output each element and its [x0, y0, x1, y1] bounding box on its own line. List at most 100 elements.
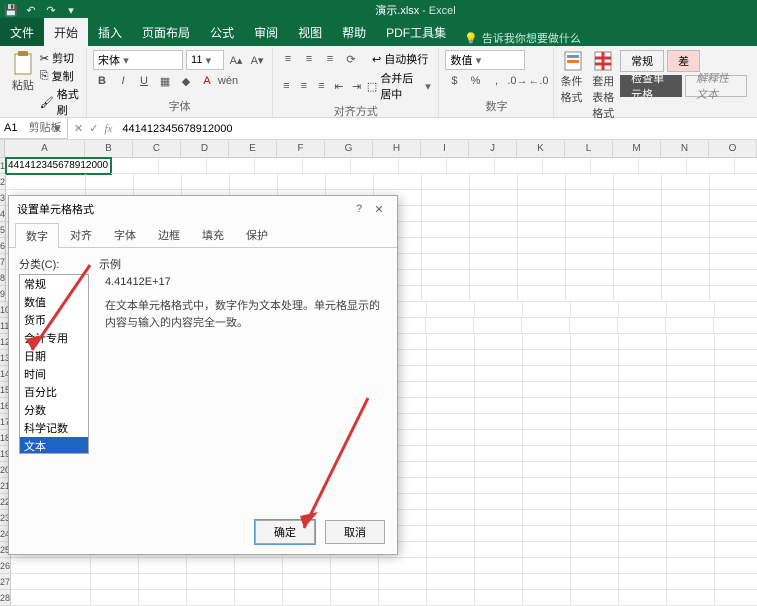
cell[interactable] — [614, 222, 662, 238]
tab-home[interactable]: 开始 — [44, 18, 88, 46]
cell[interactable] — [667, 542, 715, 558]
increase-indent-button[interactable]: ⇥ — [349, 77, 364, 95]
cell[interactable] — [470, 238, 518, 254]
cell[interactable] — [523, 350, 571, 366]
cell[interactable] — [614, 174, 662, 190]
cell[interactable] — [399, 158, 447, 174]
cell[interactable] — [614, 270, 662, 286]
dialog-tab-border[interactable]: 边框 — [147, 222, 191, 247]
row-header[interactable]: 26 — [0, 558, 11, 574]
cell[interactable] — [715, 398, 757, 414]
cell[interactable] — [566, 254, 614, 270]
tell-me[interactable]: 💡 告诉我你想要做什么 — [464, 30, 581, 46]
cell[interactable] — [523, 462, 571, 478]
cell[interactable] — [427, 574, 475, 590]
dialog-help-icon[interactable]: ? — [349, 203, 369, 215]
cell[interactable] — [303, 158, 351, 174]
cell[interactable] — [566, 222, 614, 238]
category-item[interactable]: 常规 — [20, 275, 88, 293]
align-right-button[interactable]: ≡ — [314, 77, 329, 95]
cell[interactable] — [662, 222, 710, 238]
cell[interactable] — [11, 590, 91, 606]
cell[interactable] — [187, 558, 235, 574]
cell[interactable] — [475, 462, 523, 478]
cell-style-normal[interactable]: 常规 — [620, 50, 664, 72]
cell[interactable] — [470, 286, 518, 302]
cell[interactable] — [475, 574, 523, 590]
column-header[interactable]: C — [133, 140, 181, 157]
cell[interactable] — [662, 270, 710, 286]
cell[interactable] — [614, 190, 662, 206]
column-header[interactable]: K — [517, 140, 565, 157]
decrease-indent-button[interactable]: ⇤ — [332, 77, 347, 95]
category-item[interactable]: 会计专用 — [20, 329, 88, 347]
cell[interactable] — [715, 430, 757, 446]
cell[interactable] — [427, 590, 475, 606]
cell[interactable] — [422, 238, 470, 254]
align-left-button[interactable]: ≡ — [279, 77, 294, 95]
cell[interactable] — [710, 174, 757, 190]
ok-button[interactable]: 确定 — [255, 520, 315, 544]
cell[interactable] — [230, 174, 278, 190]
cell[interactable] — [139, 558, 187, 574]
cell[interactable] — [715, 366, 757, 382]
cell[interactable] — [523, 590, 571, 606]
cell[interactable] — [374, 174, 422, 190]
cell[interactable] — [427, 462, 475, 478]
cell[interactable] — [475, 446, 523, 462]
cell[interactable] — [667, 462, 715, 478]
cell[interactable] — [427, 446, 475, 462]
phonetic-button[interactable]: wén — [219, 72, 237, 90]
percent-format-button[interactable]: % — [466, 72, 484, 90]
font-size-combo[interactable]: 11▾ — [186, 50, 224, 70]
column-header[interactable]: A — [5, 140, 85, 157]
cell[interactable] — [470, 222, 518, 238]
cell[interactable] — [619, 366, 667, 382]
cell[interactable] — [139, 590, 187, 606]
cell[interactable] — [523, 494, 571, 510]
cell[interactable] — [474, 318, 522, 334]
redo-icon[interactable]: ↷ — [44, 3, 58, 17]
cell[interactable] — [523, 558, 571, 574]
cell[interactable] — [326, 174, 374, 190]
cell[interactable] — [331, 558, 379, 574]
cell[interactable] — [571, 302, 619, 318]
accounting-format-button[interactable]: $ — [445, 72, 463, 90]
cell[interactable] — [619, 510, 667, 526]
cell[interactable] — [710, 238, 757, 254]
cell[interactable] — [475, 382, 523, 398]
cell[interactable] — [667, 334, 715, 350]
qat-more-icon[interactable]: ▾ — [64, 3, 78, 17]
cell[interactable] — [475, 430, 523, 446]
cell[interactable] — [566, 174, 614, 190]
cell[interactable] — [351, 158, 399, 174]
cell[interactable] — [283, 590, 331, 606]
cell[interactable] — [667, 430, 715, 446]
dialog-tab-font[interactable]: 字体 — [103, 222, 147, 247]
cell[interactable] — [662, 174, 710, 190]
cell[interactable] — [619, 542, 667, 558]
column-header[interactable]: D — [181, 140, 229, 157]
cell[interactable] — [715, 334, 757, 350]
cell[interactable] — [470, 270, 518, 286]
cell[interactable] — [427, 510, 475, 526]
cell[interactable] — [619, 590, 667, 606]
dialog-tab-fill[interactable]: 填充 — [191, 222, 235, 247]
cell[interactable] — [619, 430, 667, 446]
cell[interactable] — [566, 286, 614, 302]
cell[interactable] — [11, 574, 91, 590]
cell[interactable] — [571, 590, 619, 606]
cell[interactable] — [571, 574, 619, 590]
category-item[interactable]: 分数 — [20, 401, 88, 419]
column-header[interactable]: I — [421, 140, 469, 157]
conditional-formatting-button[interactable]: 条件格式 — [560, 50, 586, 105]
cell[interactable] — [618, 318, 666, 334]
column-header[interactable]: B — [85, 140, 133, 157]
cell[interactable] — [735, 158, 757, 174]
cell[interactable] — [91, 558, 139, 574]
cell-style-bad[interactable]: 差 — [667, 50, 700, 72]
cell[interactable] — [523, 526, 571, 542]
cell[interactable] — [667, 558, 715, 574]
cell[interactable] — [422, 206, 470, 222]
cell[interactable] — [571, 350, 619, 366]
